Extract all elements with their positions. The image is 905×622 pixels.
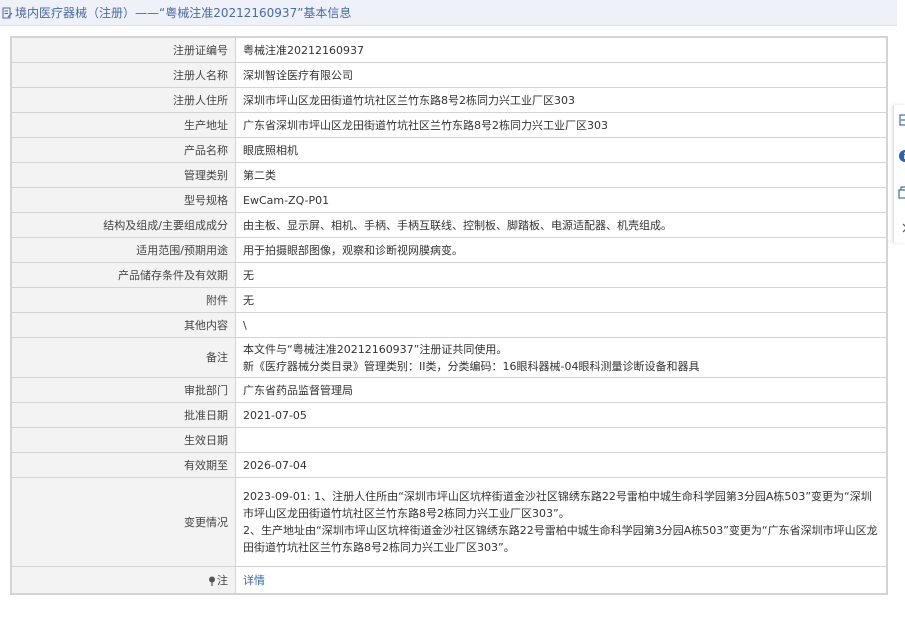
table-row: 注 详情 bbox=[11, 566, 887, 594]
side-toolbar bbox=[893, 105, 905, 243]
pin-icon bbox=[209, 576, 215, 586]
table-row: 结构及组成/主要组成成分 由主板、显示屏、相机、手柄、手柄互联线、控制板、脚踏板… bbox=[11, 212, 887, 238]
copy-icon[interactable] bbox=[898, 185, 905, 199]
storage-label: 产品储存条件及有效期 bbox=[11, 262, 236, 288]
table-row: 有效期至 2026-07-04 bbox=[11, 452, 887, 478]
expiry-date-value: 2026-07-04 bbox=[235, 452, 887, 478]
registrant-address-value: 深圳市坪山区龙田街道竹坑社区兰竹东路8号2栋同力兴工业厂区303 bbox=[235, 87, 887, 113]
table-row: 产品储存条件及有效期 无 bbox=[11, 262, 887, 288]
reg-no-label: 注册证编号 bbox=[11, 37, 236, 63]
note-label: 注 bbox=[217, 573, 228, 587]
table-row: 生效日期 bbox=[11, 427, 887, 453]
attachment-label: 附件 bbox=[11, 287, 236, 313]
page-title: 境内医疗器械（注册）——“粤械注准20212160937”基本信息 bbox=[15, 6, 352, 20]
table-row: 其他内容 \ bbox=[11, 312, 887, 338]
change-label: 变更情况 bbox=[11, 477, 236, 567]
table-row: 批准日期 2021-07-05 bbox=[11, 402, 887, 428]
attachment-value: 无 bbox=[235, 287, 887, 313]
reg-no-value: 粤械注准20212160937 bbox=[235, 37, 887, 63]
table-row: 生产地址 广东省深圳市坪山区龙田街道竹坑社区兰竹东路8号2栋同力兴工业厂区303 bbox=[11, 112, 887, 138]
table-row: 产品名称 眼底照相机 bbox=[11, 137, 887, 163]
document-edit-icon bbox=[2, 7, 13, 18]
table-row: 适用范围/预期用途 用于拍摄眼部图像，观察和诊断视网膜病变。 bbox=[11, 237, 887, 263]
registrant-label: 注册人名称 bbox=[11, 62, 236, 88]
authority-value: 广东省药品监督管理局 bbox=[235, 377, 887, 403]
model-label: 型号规格 bbox=[11, 187, 236, 213]
storage-value: 无 bbox=[235, 262, 887, 288]
registrant-address-label: 注册人住所 bbox=[11, 87, 236, 113]
table-row: 变更情况 2023-09-01: 1、注册人住所由“深圳市坪山区坑梓街道金沙社区… bbox=[11, 477, 887, 567]
table-row: 备注 本文件与“粤械注准20212160937”注册证共同使用。 新《医疗器械分… bbox=[11, 337, 887, 378]
remark-value: 本文件与“粤械注准20212160937”注册证共同使用。 新《医疗器械分类目录… bbox=[235, 337, 887, 378]
remark-line-1: 本文件与“粤械注准20212160937”注册证共同使用。 bbox=[243, 342, 508, 356]
note-label-cell: 注 bbox=[11, 566, 236, 594]
composition-value: 由主板、显示屏、相机、手柄、手柄互联线、控制板、脚踏板、电源适配器、机壳组成。 bbox=[235, 212, 887, 238]
scope-label: 适用范围/预期用途 bbox=[11, 237, 236, 263]
authority-label: 审批部门 bbox=[11, 377, 236, 403]
management-class-label: 管理类别 bbox=[11, 162, 236, 188]
model-value: EwCam-ZQ-P01 bbox=[235, 187, 887, 213]
chevron-right-icon[interactable] bbox=[898, 221, 905, 235]
remark-label: 备注 bbox=[11, 337, 236, 378]
product-name-label: 产品名称 bbox=[11, 137, 236, 163]
change-text-1: 2023-09-01: 1、注册人住所由“深圳市坪山区坑梓街道金沙社区锦绣东路2… bbox=[243, 490, 872, 520]
composition-label: 结构及组成/主要组成成分 bbox=[11, 212, 236, 238]
registrant-value: 深圳智诠医疗有限公司 bbox=[235, 62, 887, 88]
export-icon[interactable] bbox=[898, 113, 905, 127]
page-header: 境内医疗器械（注册）——“粤械注准20212160937”基本信息 bbox=[0, 0, 897, 26]
table-row: 管理类别 第二类 bbox=[11, 162, 887, 188]
expiry-date-label: 有效期至 bbox=[11, 452, 236, 478]
details-link[interactable]: 详情 bbox=[243, 574, 265, 587]
production-address-label: 生产地址 bbox=[11, 112, 236, 138]
change-text-2: 2、生产地址由“深圳市坪山区坑梓街道金沙社区锦绣东路22号雷柏中城生命科学园第3… bbox=[243, 524, 878, 554]
table-row: 型号规格 EwCam-ZQ-P01 bbox=[11, 187, 887, 213]
product-name-value: 眼底照相机 bbox=[235, 137, 887, 163]
note-value: 详情 bbox=[235, 566, 887, 594]
table-row: 注册人名称 深圳智诠医疗有限公司 bbox=[11, 62, 887, 88]
remark-line-2: 新《医疗器械分类目录》管理类别：II类，分类编码：16眼科器械-04眼科测量诊断… bbox=[243, 359, 700, 373]
table-row: 注册证编号 粤械注准20212160937 bbox=[11, 37, 887, 63]
table-row: 注册人住所 深圳市坪山区龙田街道竹坑社区兰竹东路8号2栋同力兴工业厂区303 bbox=[11, 87, 887, 113]
info-icon[interactable] bbox=[898, 149, 905, 163]
detail-table: 注册证编号 粤械注准20212160937 注册人名称 深圳智诠医疗有限公司 注… bbox=[10, 36, 888, 595]
scope-value: 用于拍摄眼部图像，观察和诊断视网膜病变。 bbox=[235, 237, 887, 263]
other-value: \ bbox=[235, 312, 887, 338]
other-label: 其他内容 bbox=[11, 312, 236, 338]
table-row: 附件 无 bbox=[11, 287, 887, 313]
approval-date-value: 2021-07-05 bbox=[235, 402, 887, 428]
effective-date-label: 生效日期 bbox=[11, 427, 236, 453]
effective-date-value bbox=[235, 427, 887, 453]
table-row: 审批部门 广东省药品监督管理局 bbox=[11, 377, 887, 403]
management-class-value: 第二类 bbox=[235, 162, 887, 188]
production-address-value: 广东省深圳市坪山区龙田街道竹坑社区兰竹东路8号2栋同力兴工业厂区303 bbox=[235, 112, 887, 138]
approval-date-label: 批准日期 bbox=[11, 402, 236, 428]
change-value: 2023-09-01: 1、注册人住所由“深圳市坪山区坑梓街道金沙社区锦绣东路2… bbox=[235, 477, 887, 567]
